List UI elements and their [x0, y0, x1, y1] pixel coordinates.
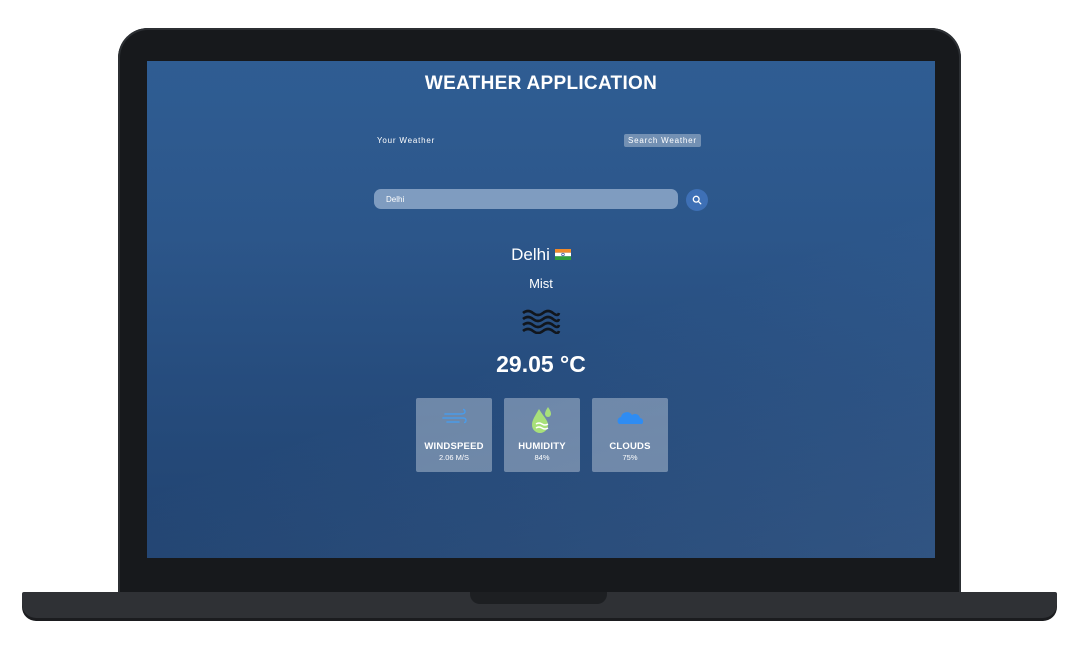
clouds-value: 75% [622, 453, 638, 462]
laptop-notch [470, 592, 607, 604]
humidity-value: 84% [534, 453, 550, 462]
windspeed-label: WINDSPEED [424, 441, 484, 452]
tab-your-weather[interactable]: Your Weather [377, 136, 435, 145]
city-name: Delhi [511, 245, 550, 264]
app-screen: WEATHER APPLICATION Your Weather Search … [147, 61, 935, 558]
clouds-label: CLOUDS [609, 441, 651, 452]
india-flag-icon [554, 249, 571, 261]
temperature: 29.05 °C [496, 351, 586, 377]
app-title: WEATHER APPLICATION [424, 73, 658, 94]
stat-card-windspeed: WINDSPEED 2.06 M/S [416, 398, 492, 472]
city-search-input[interactable] [374, 189, 678, 209]
wind-icon [442, 408, 467, 424]
windspeed-value: 2.06 M/S [438, 453, 469, 462]
cloud-icon [617, 412, 644, 424]
search-button[interactable] [686, 189, 708, 211]
city-row: Delhi [147, 245, 935, 265]
humidity-drop-icon [532, 407, 551, 433]
stat-card-humidity: HUMIDITY 84% [504, 398, 580, 472]
humidity-label: HUMIDITY [518, 441, 566, 452]
tab-search-weather[interactable]: Search Weather [624, 134, 701, 147]
stat-card-clouds: CLOUDS 75% [592, 398, 668, 472]
search-icon [692, 195, 702, 205]
mist-icon [522, 309, 561, 334]
weather-condition: Mist [529, 276, 553, 291]
